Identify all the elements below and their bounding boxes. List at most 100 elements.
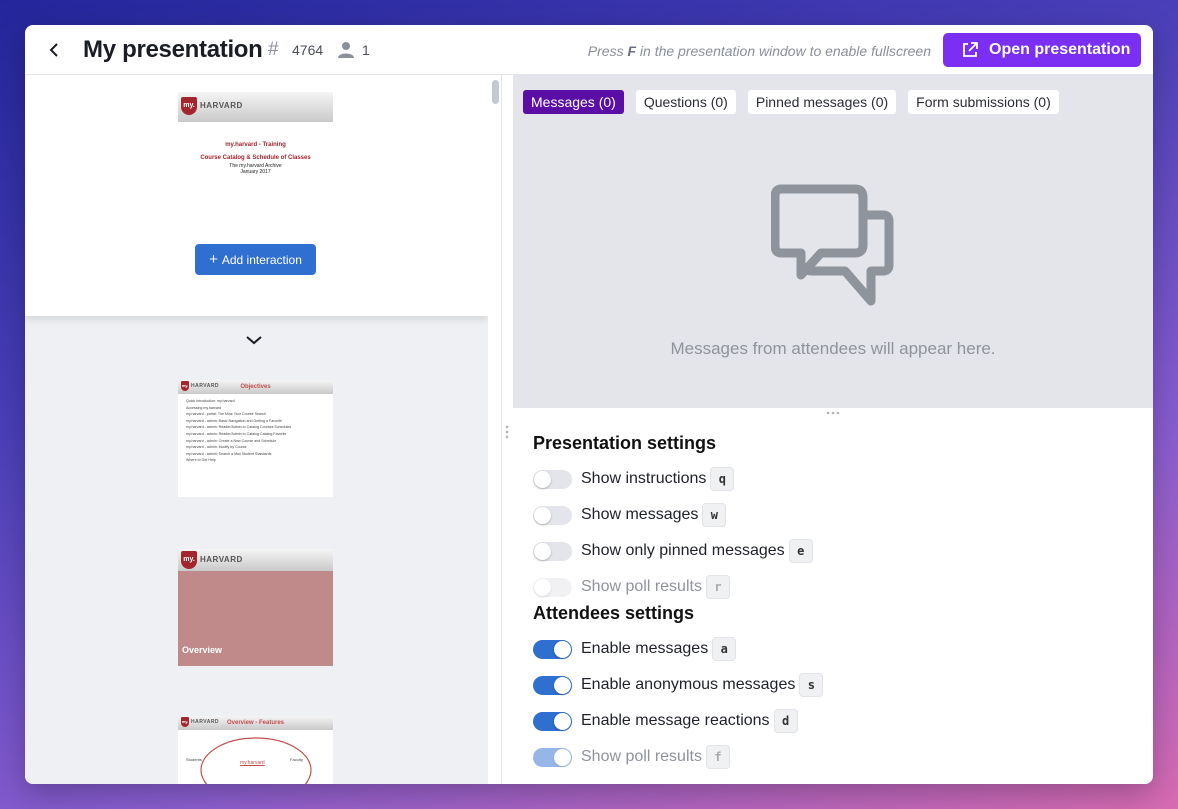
add-interaction-label: Add interaction — [221, 252, 302, 267]
attendees-settings-list: Enable messages a Enable anonymous message… — [533, 631, 1133, 775]
tab-messages[interactable]: Messages (0) — [523, 90, 624, 114]
slide-header: my. HARVARD Overview - Features — [178, 716, 333, 730]
toggle-show-instructions[interactable] — [533, 469, 572, 489]
person-icon — [338, 42, 354, 58]
setting-label: Show only pinned messages — [581, 542, 785, 559]
back-button[interactable] — [43, 38, 67, 62]
slide-body: my.harvard - Training Course Catalog & S… — [178, 122, 333, 176]
toggle-enable-anonymous-messages[interactable] — [533, 675, 572, 695]
settings-panel: Presentation settings Show instructions q… — [533, 433, 1133, 775]
harvard-label: HARVARD — [200, 101, 243, 110]
setting-show-poll-results: Show poll results f — [533, 739, 1133, 775]
setting-label: Show instructions — [581, 470, 707, 487]
slide-thumbnail-4[interactable]: my. HARVARD Overview - Features my.harva… — [178, 716, 333, 784]
app-window: My presentation # 4764 1 Press F in the … — [25, 25, 1153, 784]
slide-line-4: January 2017 — [240, 169, 271, 176]
slide-bullet: Where to Get Help — [186, 458, 216, 463]
empty-messages-text: Messages from attendees will appear here… — [670, 339, 996, 358]
open-presentation-button[interactable]: Open presentation — [943, 33, 1141, 67]
shortcut-key: a — [712, 637, 737, 661]
slide-bullet: my.harvard - admin: Reader/Admin to Cata… — [186, 431, 287, 436]
slide-bullet: Accessing my.harvard — [186, 405, 222, 410]
attendee-count: 1 — [362, 42, 370, 58]
slide-bullets: Quick Introduction: my.harvard Accessing … — [178, 394, 333, 468]
setting-enable-anonymous-messages: Enable anonymous messages s — [533, 667, 1133, 703]
tab-questions[interactable]: Questions (0) — [635, 90, 736, 114]
setting-enable-message-reactions: Enable message reactions d — [533, 703, 1133, 739]
setting-label: Enable message reactions — [581, 712, 770, 729]
slide-thumbnail-2[interactable]: my. HARVARD Objectives Quick Introductio… — [178, 380, 333, 497]
center-label: my.harvard — [240, 760, 265, 766]
open-presentation-label: Open presentation — [989, 41, 1131, 58]
top-bar: My presentation # 4764 1 Press F in the … — [25, 25, 1153, 75]
tab-pinned-messages[interactable]: Pinned messages (0) — [747, 90, 897, 114]
setting-enable-messages: Enable messages a — [533, 631, 1133, 667]
slide-line-2: Course Catalog & Schedule of Classes — [200, 154, 311, 161]
tab-form-submissions[interactable]: Form submissions (0) — [908, 90, 1059, 114]
toggle-show-messages[interactable] — [533, 505, 572, 525]
slides-scrollbar[interactable] — [488, 75, 502, 784]
setting-show-only-pinned-messages: Show only pinned messages e — [533, 533, 1133, 569]
toggle-show-poll-results — [533, 577, 572, 597]
toggle-knob — [554, 712, 571, 730]
hint-key: F — [627, 43, 637, 59]
shortcut-key: f — [705, 745, 730, 769]
add-interaction-button[interactable]: + Add interaction — [195, 244, 316, 275]
slide-bullet: my.harvard - admin: Basic Navigation and… — [186, 418, 283, 423]
slide-line-1: my.harvard - Training — [225, 142, 286, 148]
right-heading: Faculty — [290, 757, 303, 762]
slide-bullet: Quick Introduction: my.harvard — [186, 399, 235, 403]
slide-title: Objectives — [240, 384, 271, 390]
fullscreen-hint: Press F in the presentation window to en… — [588, 43, 931, 59]
setting-label: Show poll results — [581, 578, 702, 595]
shortcut-key: w — [702, 503, 727, 527]
slide-caption: Overview — [182, 645, 223, 655]
shortcut-key: s — [799, 673, 824, 697]
scrollbar-thumb[interactable] — [492, 80, 499, 104]
slide-bullet: my.harvard - admin: Reader/Admin to Cata… — [186, 425, 292, 430]
slides-panel: my. HARVARD my.harvard - Training Course… — [25, 75, 488, 784]
toggle-knob — [534, 506, 551, 524]
resize-handle-vertical[interactable] — [505, 425, 509, 439]
slide-bullet: my.harvard - admin: Search a Mail Studen… — [186, 451, 272, 456]
presentation-code: 4764 — [292, 42, 324, 58]
presentation-settings-title: Presentation settings — [533, 433, 717, 453]
setting-label: Show messages — [581, 506, 699, 523]
message-tabs: Messages (0) Questions (0) Pinned messages… — [523, 90, 1059, 114]
toggle-enable-messages[interactable] — [533, 639, 572, 659]
setting-label: Enable messages — [581, 640, 709, 657]
toggle-knob — [554, 748, 571, 766]
harvard-label: HARVARD — [200, 555, 243, 564]
shortcut-key: q — [710, 467, 735, 491]
toggle-knob — [534, 470, 551, 488]
shortcut-key: d — [773, 709, 798, 733]
toggle-enable-message-reactions[interactable] — [533, 711, 572, 731]
resize-handle-horizontal[interactable] — [825, 410, 841, 416]
current-slide-thumbnail[interactable]: my. HARVARD my.harvard - Training Course… — [178, 92, 333, 220]
setting-label: Show poll results — [581, 748, 702, 765]
toggle-knob — [534, 542, 551, 560]
slide-bullet: my.harvard - admin: Modify by Course — [186, 445, 247, 450]
presentation-settings-list: Show instructions q Show messages w Show onl… — [533, 461, 1133, 605]
chevron-down-icon[interactable] — [244, 330, 264, 350]
toggle-knob — [554, 676, 571, 694]
messages-panel: Messages (0) Questions (0) Pinned messages… — [513, 75, 1153, 408]
slide-header: my. HARVARD — [178, 92, 333, 122]
page-title: My presentation — [83, 36, 263, 63]
slide-bullet: my.harvard - admin: Create a New Course … — [186, 438, 277, 443]
external-link-icon — [963, 42, 978, 57]
toggle-show-poll-results — [533, 747, 572, 767]
slide-bullet: my.harvard - portal: The Mine Your Cours… — [186, 412, 266, 417]
hash-icon: # — [268, 39, 279, 60]
shortcut-key: r — [705, 575, 730, 599]
toggle-knob — [554, 640, 571, 658]
setting-label: Enable anonymous messages — [581, 676, 796, 693]
slide-header: my. HARVARD Objectives — [178, 380, 333, 394]
plus-icon: + — [209, 251, 218, 268]
slide-thumbnail-3[interactable]: my. HARVARD Overview — [178, 549, 333, 666]
toggle-show-only-pinned-messages[interactable] — [533, 541, 572, 561]
chat-bubbles-icon — [771, 184, 894, 306]
attendees-settings-title: Attendees settings — [533, 603, 695, 623]
chevron-left-icon — [49, 43, 58, 57]
toggle-knob — [534, 578, 551, 596]
